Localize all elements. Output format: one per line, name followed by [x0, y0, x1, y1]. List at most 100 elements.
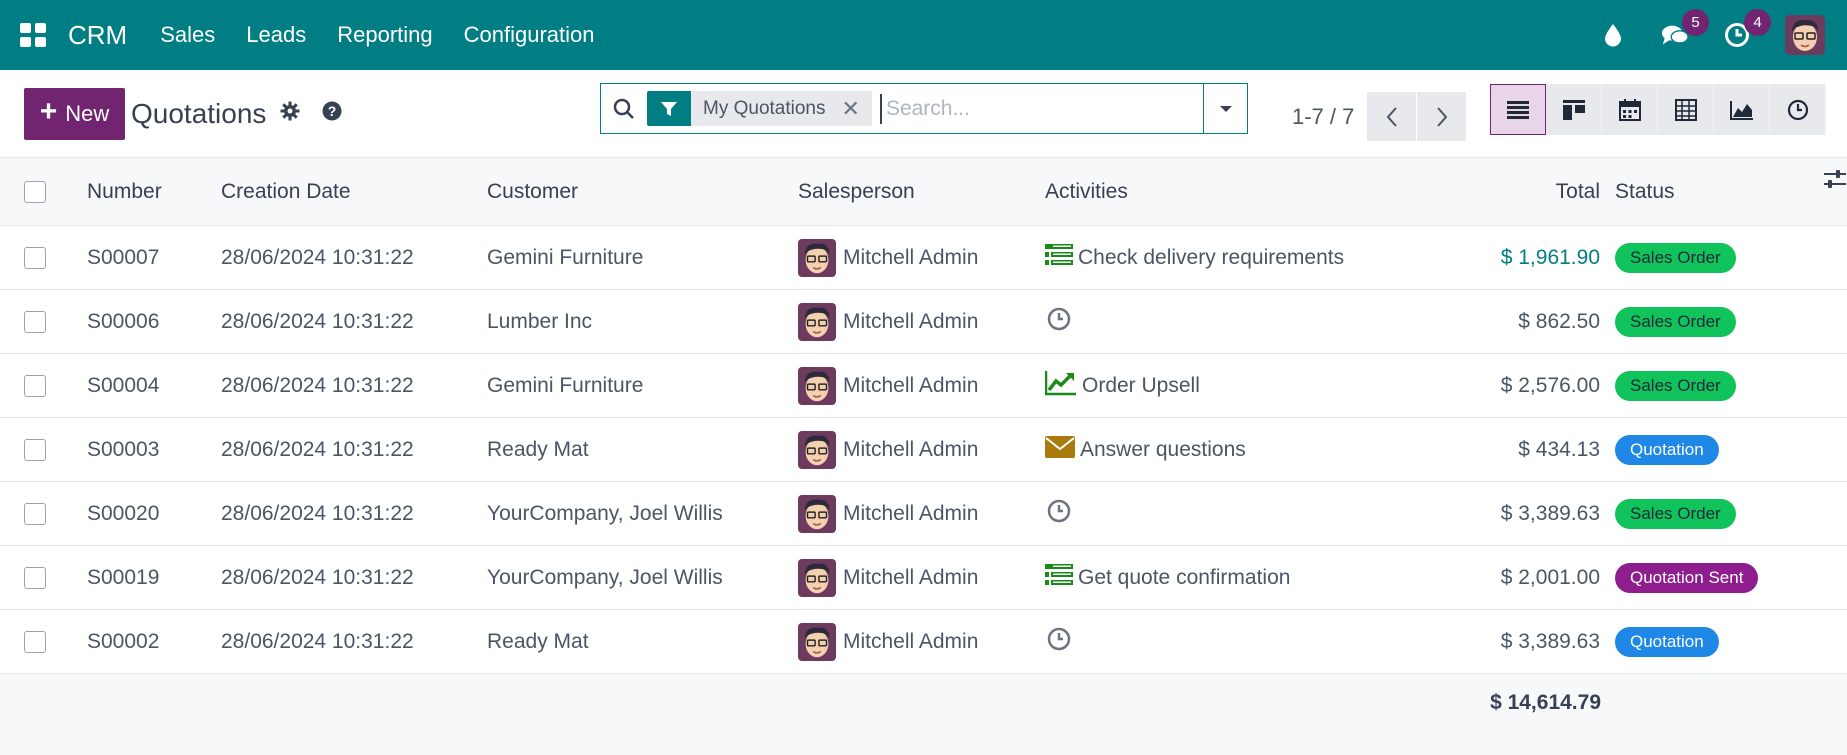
menu-sales[interactable]: Sales: [160, 22, 215, 48]
row-checkbox[interactable]: [24, 566, 46, 589]
optional-columns-icon[interactable]: [1823, 168, 1847, 196]
salesperson-avatar[interactable]: [798, 238, 836, 277]
status-badge: Quotation: [1615, 434, 1719, 465]
pager-next-button[interactable]: [1417, 92, 1467, 141]
select-all-checkbox[interactable]: [24, 180, 46, 203]
salesperson-avatar[interactable]: [798, 622, 836, 661]
row-number: S00007: [87, 245, 160, 269]
help-icon[interactable]: ?: [322, 101, 342, 126]
header-activities[interactable]: Activities: [1043, 180, 1373, 204]
list-view-button[interactable]: [1490, 84, 1546, 135]
clock-icon[interactable]: [1045, 626, 1073, 658]
row-customer: Ready Mat: [487, 629, 589, 653]
row-checkbox[interactable]: [24, 502, 46, 525]
row-checkbox[interactable]: [24, 246, 46, 269]
row-checkbox[interactable]: [24, 310, 46, 333]
pager-value[interactable]: 1-7 / 7: [1292, 104, 1354, 130]
row-total: $ 2,576.00: [1500, 373, 1600, 397]
row-number: S00004: [87, 373, 160, 397]
quotations-table: Number Creation Date Customer Salesperso…: [0, 158, 1847, 732]
page-title: Quotations: [131, 97, 267, 129]
search-icon[interactable]: [601, 98, 647, 120]
top-navbar: CRM Sales Leads Reporting Configuration …: [0, 0, 1847, 70]
salesperson-avatar[interactable]: [798, 366, 836, 405]
header-salesperson[interactable]: Salesperson: [798, 180, 1043, 204]
row-creation-date: 28/06/2024 10:31:22: [221, 629, 414, 653]
row-checkbox[interactable]: [24, 630, 46, 653]
row-salesperson: Mitchell Admin: [843, 309, 979, 333]
menu-reporting[interactable]: Reporting: [337, 22, 432, 48]
row-activity: Get quote confirmation: [1078, 565, 1291, 589]
row-customer: Ready Mat: [487, 437, 589, 461]
todo-list-icon[interactable]: [1045, 563, 1073, 593]
row-salesperson: Mitchell Admin: [843, 373, 979, 397]
app-name[interactable]: CRM: [68, 20, 127, 51]
activity-clock-icon[interactable]: 4: [1723, 9, 1771, 49]
search-options-toggle[interactable]: [1203, 84, 1247, 133]
clock-icon[interactable]: [1045, 306, 1073, 338]
new-button-label: New: [65, 100, 110, 126]
row-number: S00002: [87, 629, 160, 653]
pivot-view-button[interactable]: [1658, 84, 1714, 135]
pager-previous-button[interactable]: [1367, 92, 1417, 141]
row-creation-date: 28/06/2024 10:31:22: [221, 565, 414, 589]
gear-icon[interactable]: [280, 101, 300, 126]
header-status[interactable]: Status: [1615, 180, 1675, 203]
status-badge: Sales Order: [1615, 306, 1736, 337]
filter-icon: [647, 91, 691, 126]
new-button[interactable]: + New: [24, 87, 125, 140]
menu-configuration[interactable]: Configuration: [464, 22, 595, 48]
salesperson-avatar[interactable]: [798, 430, 836, 469]
calendar-view-button[interactable]: [1602, 84, 1658, 135]
table-header: Number Creation Date Customer Salesperso…: [0, 158, 1847, 226]
table-row[interactable]: S00007 28/06/2024 10:31:22 Gemini Furnit…: [0, 226, 1847, 290]
envelope-icon[interactable]: [1045, 435, 1075, 464]
apps-menu-icon[interactable]: [20, 21, 48, 49]
search-bar: My Quotations ✕: [600, 83, 1248, 134]
menu-leads[interactable]: Leads: [246, 22, 306, 48]
chevron-left-icon: [1386, 106, 1397, 127]
header-customer[interactable]: Customer: [487, 180, 798, 204]
table-row[interactable]: S00002 28/06/2024 10:31:22 Ready Mat Mit…: [0, 610, 1847, 674]
todo-list-icon[interactable]: [1045, 243, 1073, 273]
user-avatar[interactable]: [1785, 15, 1825, 55]
kanban-view-button[interactable]: [1546, 84, 1602, 135]
facet-label: My Quotations: [703, 97, 826, 119]
salesperson-avatar[interactable]: [798, 558, 836, 597]
row-checkbox[interactable]: [24, 438, 46, 461]
row-customer: Lumber Inc: [487, 309, 593, 333]
row-total: $ 862.50: [1518, 309, 1600, 333]
table-row[interactable]: S00006 28/06/2024 10:31:22 Lumber Inc Mi…: [0, 290, 1847, 354]
graph-view-button[interactable]: [1714, 84, 1770, 135]
messages-badge: 5: [1682, 9, 1709, 36]
row-number: S00006: [87, 309, 160, 333]
header-creation-date[interactable]: Creation Date: [221, 180, 487, 204]
table-grid-icon: [1674, 98, 1697, 121]
kanban-icon: [1562, 99, 1585, 120]
row-salesperson: Mitchell Admin: [843, 565, 979, 589]
water-drop-icon[interactable]: [1599, 21, 1627, 49]
clock-icon[interactable]: [1045, 498, 1073, 530]
activity-view-button[interactable]: [1770, 84, 1826, 135]
table-row[interactable]: S00020 28/06/2024 10:31:22 YourCompany, …: [0, 482, 1847, 546]
trend-chart-icon[interactable]: [1044, 370, 1077, 402]
table-row[interactable]: S00003 28/06/2024 10:31:22 Ready Mat Mit…: [0, 418, 1847, 482]
calendar-icon: [1618, 98, 1641, 121]
row-creation-date: 28/06/2024 10:31:22: [221, 245, 414, 269]
row-customer: Gemini Furniture: [487, 245, 644, 269]
row-total: $ 434.13: [1518, 437, 1600, 461]
messages-icon[interactable]: 5: [1661, 9, 1709, 49]
row-checkbox[interactable]: [24, 374, 46, 397]
header-number[interactable]: Number: [87, 180, 221, 204]
header-total[interactable]: Total: [1373, 180, 1600, 204]
salesperson-avatar[interactable]: [798, 302, 836, 341]
row-salesperson: Mitchell Admin: [843, 501, 979, 525]
row-total: $ 3,389.63: [1500, 629, 1600, 653]
table-row[interactable]: S00019 28/06/2024 10:31:22 YourCompany, …: [0, 546, 1847, 610]
status-badge: Quotation Sent: [1615, 562, 1759, 593]
table-row[interactable]: S00004 28/06/2024 10:31:22 Gemini Furnit…: [0, 354, 1847, 418]
facet-remove-icon[interactable]: ✕: [842, 96, 860, 122]
salesperson-avatar[interactable]: [798, 494, 836, 533]
row-number: S00020: [87, 501, 160, 525]
search-input[interactable]: [879, 93, 1203, 124]
